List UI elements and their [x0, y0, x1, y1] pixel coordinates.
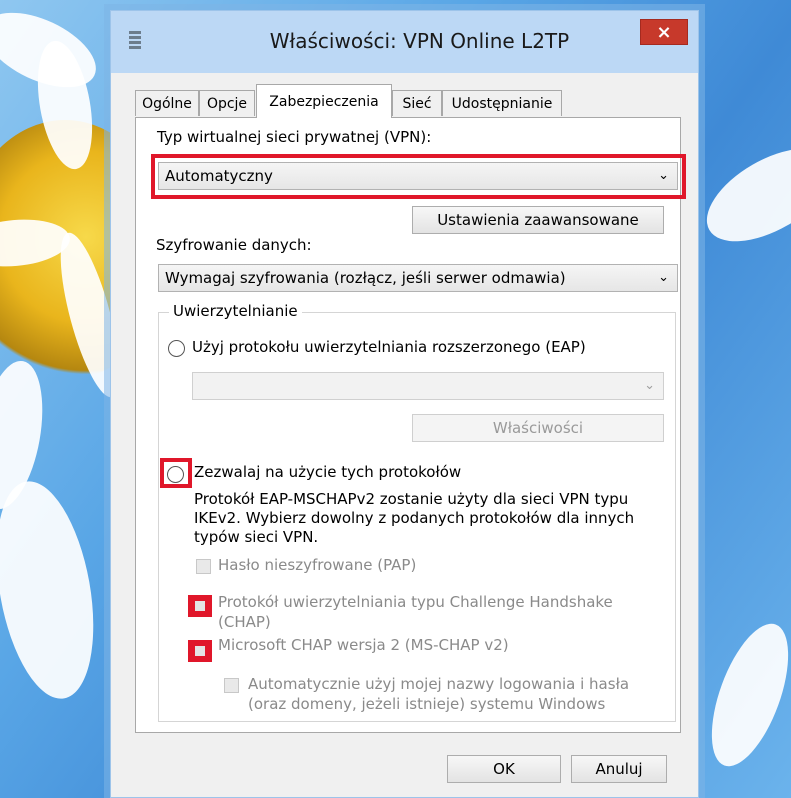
- close-icon: ×: [656, 21, 672, 43]
- chap-highlight: [188, 595, 212, 617]
- ok-button[interactable]: OK: [447, 755, 561, 783]
- eap-radio-label[interactable]: Użyj protokołu uwierzytelniania rozszerz…: [192, 338, 586, 356]
- mschap-v2-highlight: [188, 640, 212, 662]
- chevron-down-icon: ⌄: [644, 378, 655, 393]
- tab-options[interactable]: Opcje: [199, 90, 255, 116]
- encryption-label: Szyfrowanie danych:: [156, 236, 312, 254]
- pap-checkbox[interactable]: [196, 559, 211, 574]
- eap-properties-button[interactable]: Właściwości: [412, 414, 664, 442]
- pap-label[interactable]: Hasło nieszyfrowane (PAP): [218, 556, 416, 574]
- security-tab-panel: Typ wirtualnej sieci prywatnej (VPN): Au…: [135, 117, 686, 733]
- daisy-petal: [691, 129, 791, 261]
- window-title: Właściwości: VPN Online L2TP: [269, 29, 570, 53]
- vpn-type-select[interactable]: Automatyczny ⌄: [158, 162, 678, 190]
- encryption-value: Wymagaj szyfrowania (rozłącz, jeśli serw…: [165, 269, 566, 287]
- tab-sharing[interactable]: Udostępnianie: [442, 90, 562, 116]
- authentication-legend: Uwierzytelnianie: [169, 302, 302, 320]
- chevron-down-icon: ⌄: [658, 270, 669, 285]
- tab-security[interactable]: Zabezpieczenia: [256, 84, 392, 118]
- daisy-petal: [696, 614, 791, 776]
- close-button[interactable]: ×: [640, 19, 688, 45]
- auto-windows-logon-label[interactable]: Automatycznie użyj mojej nazwy logowania…: [248, 674, 658, 714]
- allow-protocols-label[interactable]: Zezwalaj na użycie tych protokołów: [194, 463, 461, 481]
- vpn-properties-dialog: Właściwości: VPN Online L2TP × Ogólne Op…: [110, 10, 699, 798]
- daisy-petal: [0, 473, 109, 707]
- mschap-v2-label[interactable]: Microsoft CHAP wersja 2 (MS-CHAP v2): [218, 636, 509, 654]
- allow-protocols-radio[interactable]: [167, 466, 184, 483]
- title-bar[interactable]: Właściwości: VPN Online L2TP ×: [111, 11, 698, 73]
- eap-radio[interactable]: [168, 340, 185, 357]
- eap-method-select[interactable]: ⌄: [192, 372, 664, 400]
- tab-network[interactable]: Sieć: [392, 90, 442, 116]
- advanced-settings-button[interactable]: Ustawienia zaawansowane: [412, 206, 664, 234]
- cancel-button[interactable]: Anuluj: [571, 755, 667, 783]
- encryption-select[interactable]: Wymagaj szyfrowania (rozłącz, jeśli serw…: [158, 264, 678, 292]
- auto-windows-logon-checkbox[interactable]: [224, 678, 239, 693]
- allow-protocols-note: Protokół EAP-MSCHAPv2 zostanie użyty dla…: [194, 490, 635, 546]
- vpn-type-label: Typ wirtualnej sieci prywatnej (VPN):: [157, 128, 432, 146]
- tab-general[interactable]: Ogólne: [135, 90, 199, 116]
- chevron-down-icon: ⌄: [658, 168, 669, 183]
- chap-label[interactable]: Protokół uwierzytelniania typu Challenge…: [218, 592, 658, 632]
- vpn-type-value: Automatyczny: [165, 167, 273, 185]
